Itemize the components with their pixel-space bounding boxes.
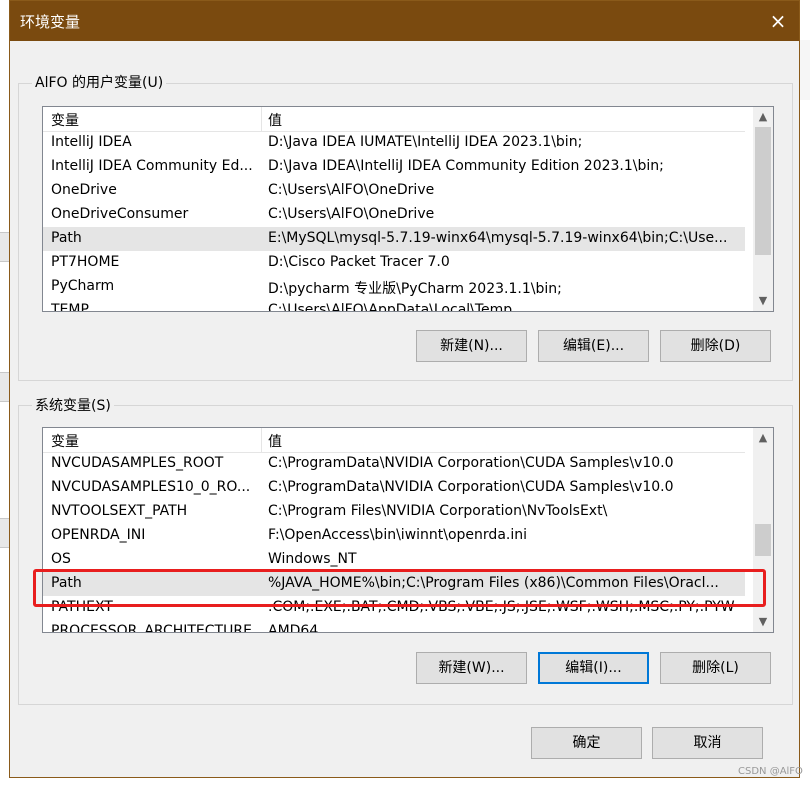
variable-name: OneDrive xyxy=(51,182,117,198)
table-row[interactable]: NVCUDASAMPLES_ROOT C:\ProgramData\NVIDIA … xyxy=(43,452,745,476)
user-variables-label: AlFO 的用户变量(U) xyxy=(32,72,167,92)
table-row[interactable]: NVTOOLSEXT_PATH C:\Program Files\NVIDIA C… xyxy=(43,500,745,524)
variable-name: PyCharm xyxy=(51,278,115,294)
scroll-down-icon[interactable]: ▼ xyxy=(753,612,773,632)
variable-name: IntelliJ IDEA xyxy=(51,134,132,150)
variable-value: AMD64 xyxy=(268,623,319,633)
table-row[interactable]: IntelliJ IDEA Community Ed... D:\Java IDE… xyxy=(43,155,745,179)
variable-name: IntelliJ IDEA Community Ed... xyxy=(51,158,253,174)
close-icon[interactable]: × xyxy=(763,7,793,35)
variable-name: OS xyxy=(51,551,71,567)
variable-value: C:\Users\AlFO\OneDrive xyxy=(268,182,435,198)
ok-button[interactable]: 确定 xyxy=(531,727,642,759)
system-variables-label: 系统变量(S) xyxy=(32,395,114,415)
scroll-up-icon[interactable]: ▲ xyxy=(753,428,773,448)
scroll-down-icon[interactable]: ▼ xyxy=(753,291,773,311)
table-row[interactable]: Path %JAVA_HOME%\bin;C:\Program Files (x8… xyxy=(43,572,745,596)
variable-name: NVCUDASAMPLES_ROOT xyxy=(51,455,224,471)
variable-value: C:\Program Files\NVIDIA Corporation\NvTo… xyxy=(268,503,608,519)
list-header: 变量 值 xyxy=(43,107,745,132)
cancel-button[interactable]: 取消 xyxy=(652,727,763,759)
scroll-up-icon[interactable]: ▲ xyxy=(753,107,773,127)
variable-value: D:\pycharm 专业版\PyCharm 2023.1.1\bin; xyxy=(268,281,562,297)
watermark: CSDN @AlFO xyxy=(738,766,803,777)
variable-value: Windows_NT xyxy=(268,551,357,567)
list-header: 变量 值 xyxy=(43,428,745,453)
table-row[interactable]: NVCUDASAMPLES10_0_RO... C:\ProgramData\NV… xyxy=(43,476,745,500)
variable-name: Path xyxy=(51,575,82,591)
dialog-title: 环境变量 xyxy=(20,13,81,31)
table-row[interactable]: OneDriveConsumer C:\Users\AlFO\OneDrive xyxy=(43,203,745,227)
user-variables-list[interactable]: 变量 值 IntelliJ IDEA D:\Java IDEA IUMATE\In… xyxy=(42,106,774,312)
variable-value: D:\Cisco Packet Tracer 7.0 xyxy=(268,254,450,270)
table-row[interactable]: PyCharm D:\pycharm 专业版\PyCharm 2023.1.1\b… xyxy=(43,275,745,299)
variable-name: NVTOOLSEXT_PATH xyxy=(51,503,188,519)
table-row[interactable]: PATHEXT .COM;.EXE;.BAT;.CMD;.VBS;.VBE;.JS… xyxy=(43,596,745,620)
user-edit-button[interactable]: 编辑(E)... xyxy=(538,330,649,362)
column-divider[interactable] xyxy=(261,107,262,131)
variable-value: D:\Java IDEA IUMATE\IntelliJ IDEA 2023.1… xyxy=(268,134,583,150)
variable-name: OneDriveConsumer xyxy=(51,206,189,222)
variable-value: C:\Users\AlFO\AppData\Local\Temp xyxy=(268,302,513,312)
variable-name: OPENRDA_INI xyxy=(51,527,146,543)
system-variables-list[interactable]: 变量 值 NVCUDASAMPLES_ROOT C:\ProgramData\NV… xyxy=(42,427,774,633)
system-new-button[interactable]: 新建(W)... xyxy=(416,652,527,684)
table-row[interactable]: TEMP C:\Users\AlFO\AppData\Local\Temp xyxy=(43,299,745,312)
vertical-scrollbar[interactable]: ▲ ▼ xyxy=(753,107,773,311)
variable-name: TEMP xyxy=(51,302,89,312)
table-row[interactable]: Path E:\MySQL\mysql-5.7.19-winx64\mysql-5… xyxy=(43,227,745,251)
table-row[interactable]: IntelliJ IDEA D:\Java IDEA IUMATE\Intelli… xyxy=(43,131,745,155)
variable-value: E:\MySQL\mysql-5.7.19-winx64\mysql-5.7.1… xyxy=(268,230,728,246)
variable-value: C:\ProgramData\NVIDIA Corporation\CUDA S… xyxy=(268,455,674,471)
variable-value: .COM;.EXE;.BAT;.CMD;.VBS;.VBE;.JS;.JSE;.… xyxy=(268,599,735,615)
system-edit-button[interactable]: 编辑(I)... xyxy=(538,652,649,684)
variable-name: Path xyxy=(51,230,82,246)
variable-name: PT7HOME xyxy=(51,254,120,270)
table-row[interactable]: OneDrive C:\Users\AlFO\OneDrive xyxy=(43,179,745,203)
system-delete-button[interactable]: 删除(L) xyxy=(660,652,771,684)
scrollbar-thumb[interactable] xyxy=(755,524,771,556)
scrollbar-thumb[interactable] xyxy=(755,127,771,255)
variable-name: PATHEXT xyxy=(51,599,113,615)
user-new-button[interactable]: 新建(N)... xyxy=(416,330,527,362)
variable-value: %JAVA_HOME%\bin;C:\Program Files (x86)\C… xyxy=(268,575,719,591)
variable-value: C:\Users\AlFO\OneDrive xyxy=(268,206,435,222)
column-header-name[interactable]: 变量 xyxy=(51,431,79,451)
variable-value: C:\ProgramData\NVIDIA Corporation\CUDA S… xyxy=(268,479,674,495)
table-row[interactable]: OPENRDA_INI F:\OpenAccess\bin\iwinnt\open… xyxy=(43,524,745,548)
variable-value: D:\Java IDEA\IntelliJ IDEA Community Edi… xyxy=(268,158,664,174)
column-header-value[interactable]: 值 xyxy=(268,431,282,451)
user-delete-button[interactable]: 删除(D) xyxy=(660,330,771,362)
title-bar[interactable]: 环境变量 × xyxy=(10,1,799,41)
vertical-scrollbar[interactable]: ▲ ▼ xyxy=(753,428,773,632)
variable-name: NVCUDASAMPLES10_0_RO... xyxy=(51,479,251,495)
table-row[interactable]: PT7HOME D:\Cisco Packet Tracer 7.0 xyxy=(43,251,745,275)
column-divider[interactable] xyxy=(261,428,262,452)
table-row[interactable]: PROCESSOR_ARCHITECTURE AMD64 xyxy=(43,620,745,633)
environment-variables-dialog: 环境变量 × AlFO 的用户变量(U) 变量 值 IntelliJ IDEA D… xyxy=(9,0,800,778)
background-window-edge xyxy=(800,40,810,100)
variable-value: F:\OpenAccess\bin\iwinnt\openrda.ini xyxy=(268,527,527,543)
table-row[interactable]: OS Windows_NT xyxy=(43,548,745,572)
variable-name: PROCESSOR_ARCHITECTURE xyxy=(51,623,252,633)
column-header-name[interactable]: 变量 xyxy=(51,110,79,130)
column-header-value[interactable]: 值 xyxy=(268,110,282,130)
